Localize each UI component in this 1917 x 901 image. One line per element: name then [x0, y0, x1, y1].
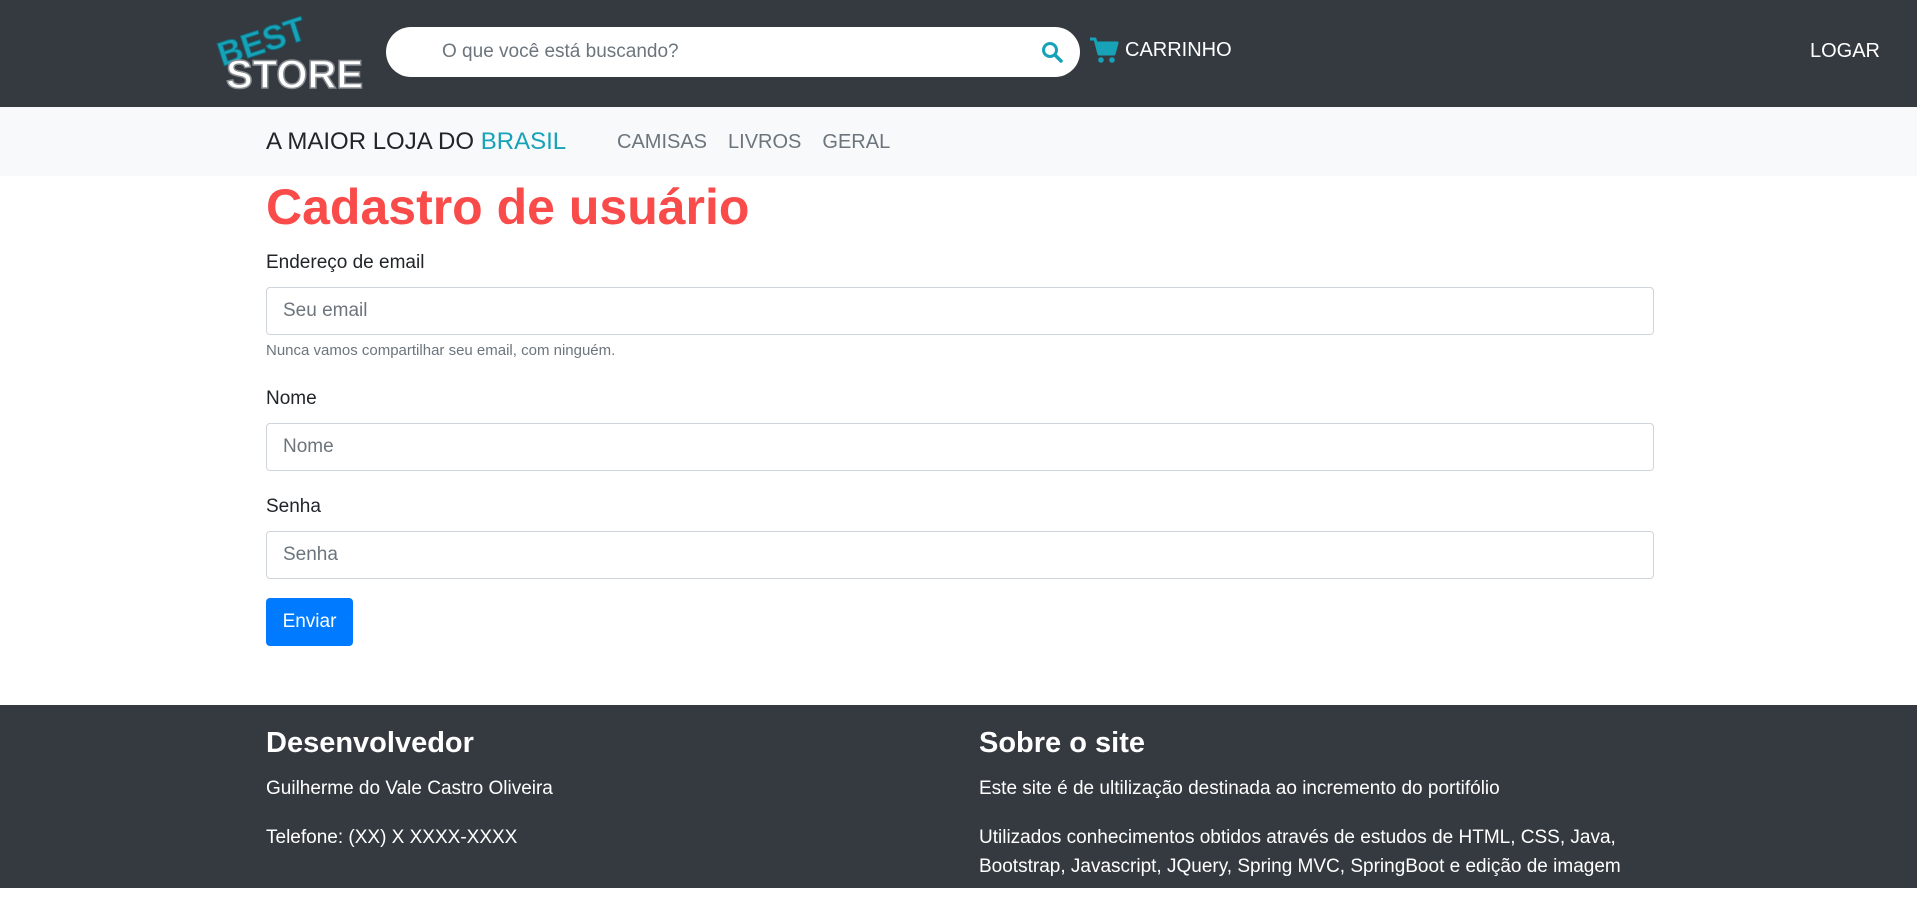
search-input[interactable] — [442, 27, 1002, 77]
nav-link-camisas[interactable]: CAMISAS — [617, 131, 707, 154]
nav-link-livros[interactable]: LIVROS — [728, 131, 801, 154]
submit-button[interactable]: Enviar — [266, 598, 353, 646]
brand-prefix: A MAIOR LOJA DO — [266, 128, 475, 155]
name-field[interactable] — [266, 423, 1654, 471]
category-nav: A MAIOR LOJA DO BRASIL CAMISAS LIVROS GE… — [0, 107, 1917, 176]
name-label: Nome — [266, 388, 317, 409]
about-text-2: Utilizados conhecimentos obtidos através… — [979, 827, 1621, 877]
developer-phone: Telefone: (XX) X XXXX-XXXX — [266, 827, 518, 848]
email-help-text: Nunca vamos compartilhar seu email, com … — [266, 342, 616, 359]
search-icon[interactable] — [1040, 40, 1064, 64]
email-field[interactable] — [266, 287, 1654, 335]
brand-tagline[interactable]: A MAIOR LOJA DO BRASIL — [266, 128, 566, 156]
search-box — [386, 27, 1080, 77]
top-header: BEST STORE CARRINHO LOGAR — [0, 0, 1917, 107]
password-label: Senha — [266, 496, 321, 517]
login-link[interactable]: LOGAR — [1810, 40, 1880, 63]
developer-name: Guilherme do Vale Castro Oliveira — [266, 778, 553, 799]
footer: Desenvolvedor Guilherme do Vale Castro O… — [0, 705, 1917, 888]
cart-label: CARRINHO — [1125, 38, 1232, 61]
email-label: Endereço de email — [266, 252, 425, 273]
store-logo[interactable]: BEST STORE — [212, 12, 366, 92]
footer-developer: Desenvolvedor Guilherme do Vale Castro O… — [266, 727, 866, 872]
cart-link[interactable]: CARRINHO — [1089, 32, 1232, 68]
cart-icon — [1090, 37, 1119, 63]
developer-heading: Desenvolvedor — [266, 727, 474, 759]
page-title: Cadastro de usuário — [266, 179, 750, 235]
logo-text-store: STORE — [226, 53, 363, 92]
nav-link-geral[interactable]: GERAL — [822, 131, 890, 154]
footer-about: Sobre o site Este site é de ultilização … — [979, 727, 1659, 901]
about-heading: Sobre o site — [979, 727, 1145, 759]
password-field[interactable] — [266, 531, 1654, 579]
nav-links: CAMISAS LIVROS GERAL — [617, 131, 911, 154]
brand-highlight: BRASIL — [480, 128, 567, 155]
about-text-1: Este site é de ultilização destinada ao … — [979, 778, 1500, 799]
